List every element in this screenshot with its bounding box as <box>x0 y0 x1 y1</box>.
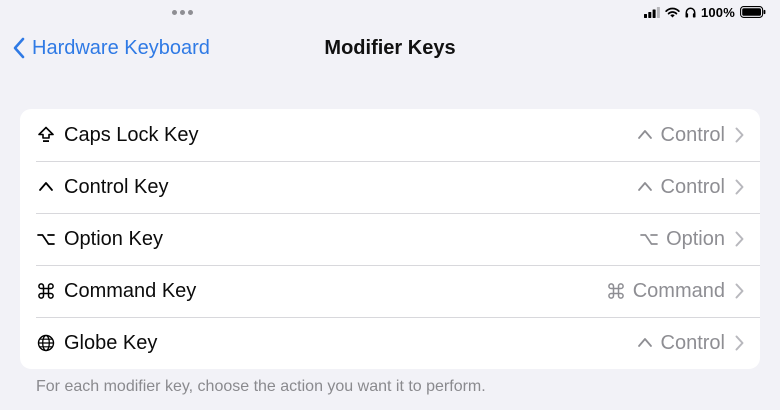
list-item-value: Control <box>637 176 725 199</box>
list-item-label: Caps Lock Key <box>64 123 199 146</box>
list-item-globe-key[interactable]: Globe Key Control <box>20 317 760 369</box>
modifier-keys-screen: 100% Hardware Keyboard Modifier Keys Cap… <box>0 0 780 410</box>
control-icon <box>36 177 56 197</box>
list-item-option-key[interactable]: Option Key Option <box>20 213 760 265</box>
control-icon <box>637 336 653 350</box>
chevron-right-icon <box>735 179 744 195</box>
wifi-icon <box>665 7 680 17</box>
page-title: Modifier Keys <box>324 37 456 59</box>
list-item-caps-lock-key[interactable]: Caps Lock Key Control <box>20 109 760 161</box>
control-icon <box>637 128 653 142</box>
list-item-value-text: Control <box>660 175 725 198</box>
battery-icon <box>740 6 766 18</box>
chevron-right-icon <box>735 335 744 351</box>
list-item-value-text: Option <box>666 227 725 250</box>
globe-icon <box>36 333 56 353</box>
command-icon <box>36 281 56 301</box>
chevron-right-icon <box>735 283 744 299</box>
cellular-signal-icon <box>643 6 660 18</box>
list-item-label: Command Key <box>64 279 197 302</box>
list-item-value: Control <box>637 332 725 355</box>
list-item-label: Control Key <box>64 175 169 198</box>
caps-lock-icon <box>36 125 56 145</box>
battery-percent: 100% <box>700 4 735 20</box>
list-item-value: Control <box>637 124 725 147</box>
list-item-value-text: Command <box>632 279 725 302</box>
status-indicators: 100% <box>643 4 766 20</box>
chevron-right-icon <box>735 127 744 143</box>
option-icon <box>640 232 658 246</box>
list-item-value-text: Control <box>660 123 725 146</box>
status-bar: 100% <box>0 0 780 26</box>
footer-note: For each modifier key, choose the action… <box>36 378 486 395</box>
list-item-value-text: Control <box>660 331 725 354</box>
list-item-label: Option Key <box>64 227 163 250</box>
multitasking-dots-icon[interactable] <box>172 10 193 15</box>
command-icon <box>607 282 625 300</box>
list-item-control-key[interactable]: Control Key Control <box>20 161 760 213</box>
modifier-keys-list: Caps Lock Key Control Control Key Contro… <box>20 109 760 369</box>
navigation-bar: Hardware Keyboard Modifier Keys <box>0 28 780 68</box>
option-icon <box>36 229 56 249</box>
chevron-right-icon <box>735 231 744 247</box>
control-icon <box>637 180 653 194</box>
list-item-value: Command <box>607 280 725 303</box>
list-item-label: Globe Key <box>64 331 158 354</box>
list-item-value: Option <box>640 228 725 251</box>
list-item-command-key[interactable]: Command Key Command <box>20 265 760 317</box>
headphones-icon <box>685 7 696 17</box>
